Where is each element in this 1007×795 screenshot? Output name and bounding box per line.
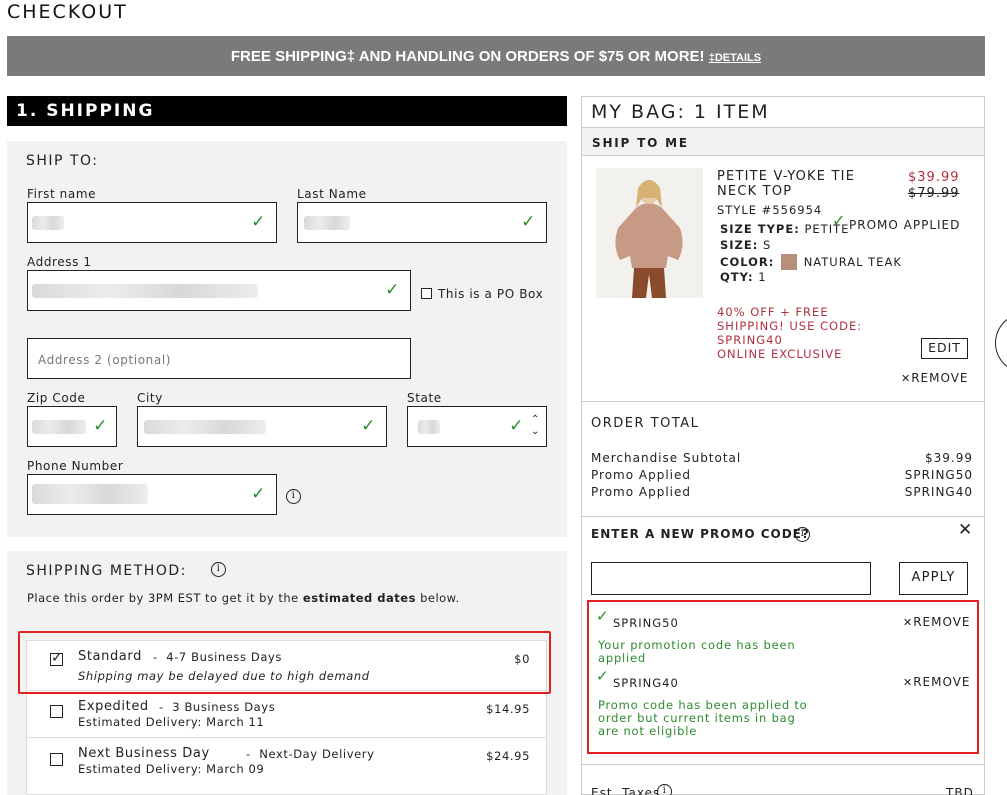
city-valid-icon: ✓ [361,416,376,436]
promo-applied-label: PROMO APPLIED [849,218,961,232]
first-name-valid-icon: ✓ [251,212,266,232]
page-title: CHECKOUT [7,1,128,23]
po-box-checkbox[interactable] [421,288,432,299]
expedited-detail: - 3 Business Days [159,700,276,714]
address2-field[interactable]: Address 2 (optional) [27,338,411,379]
product-style: STYLE #556954 [717,203,823,217]
phone-valid-icon: ✓ [251,484,266,504]
spring40-check-icon: ✓ [596,667,610,685]
expedited-name: Expedited [78,699,149,714]
order-total-title: ORDER TOTAL [591,416,700,431]
phone-label: Phone Number [27,459,124,473]
promo-code-title: ENTER A NEW PROMO CODE? [591,527,810,541]
order-total-row-promo1: Promo Applied SPRING50 [591,468,973,482]
color: COLOR: NATURAL TEAK [720,254,902,270]
promo-close-icon[interactable]: ✕ [958,520,973,540]
spring40-remove[interactable]: ✕REMOVE [903,675,971,689]
spring50-message: Your promotion code has been applied [598,638,796,665]
address1-valid-icon: ✓ [385,280,400,300]
taxes-info-icon[interactable]: i [657,784,672,795]
expedited-checkbox[interactable] [50,705,63,718]
address2-placeholder: Address 2 (optional) [38,353,172,367]
shipping-option-expedited[interactable]: Expedited - 3 Business Days Estimated De… [26,690,547,737]
expedited-price: $14.95 [486,702,530,716]
standard-highlight [18,631,551,694]
spring50-code: SPRING50 [613,616,679,630]
next-day-name: Next Business Day [78,746,210,761]
apply-button[interactable]: APPLY [899,562,968,595]
zip-valid-icon: ✓ [93,416,108,436]
first-name-label: First name [27,187,97,201]
address1-field[interactable]: ✓ [27,270,411,311]
first-name-field[interactable]: ✓ [27,202,277,243]
spring40-code: SPRING40 [613,676,679,690]
spring40-message: Promo code has been applied to order but… [598,698,808,738]
last-name-valid-icon: ✓ [521,212,536,232]
ship-to-title: SHIP TO: [26,153,99,169]
city-field[interactable]: ✓ [137,406,387,447]
close-icon: ✕ [903,676,914,689]
ship-to-me-label: SHIP TO ME [592,136,689,150]
po-box-label: This is a PO Box [438,287,544,301]
phone-info-icon[interactable]: i [286,489,301,504]
product-name[interactable]: PETITE V-YOKE TIE NECK TOP [717,169,855,199]
city-label: City [137,391,163,405]
item-promo-message: 40% OFF + FREE SHIPPING! USE CODE: SPRIN… [717,305,863,361]
promo-banner: FREE SHIPPING‡ AND HANDLING ON ORDERS OF… [7,36,985,76]
price-sale: $39.99 [908,170,960,185]
color-swatch [781,254,798,270]
next-day-checkbox[interactable] [50,753,63,766]
spring50-remove[interactable]: ✕REMOVE [903,615,971,629]
state-valid-icon: ✓ [509,416,524,436]
last-name-field[interactable]: ✓ [297,202,547,243]
banner-details-link[interactable]: ‡DETAILS [709,52,761,64]
next-day-est: Estimated Delivery: March 09 [78,762,265,776]
shipping-option-next-day[interactable]: Next Business Day - Next-Day Delivery Es… [26,737,547,787]
state-select[interactable]: ✓ ⌃ ⌄ [407,406,547,447]
last-name-label: Last Name [297,187,367,201]
zip-label: Zip Code [27,391,86,405]
est-taxes-label: Est. Taxes [591,786,661,795]
promo-code-input[interactable] [591,562,871,595]
bag-title: MY BAG: 1 ITEM [591,101,770,123]
size: SIZE: S [720,238,772,252]
shipping-method-note: Place this order by 3PM EST to get it by… [27,591,460,605]
shipping-method-info-icon[interactable]: i [211,562,226,577]
qty: QTY: 1 [720,270,767,284]
address1-label: Address 1 [27,255,92,269]
chevron-updown-icon: ⌃ ⌄ [531,414,540,437]
order-total-row-subtotal: Merchandise Subtotal $39.99 [591,451,973,465]
edit-button[interactable]: EDIT [921,338,968,359]
promo-applied-check-icon: ✓ [832,211,847,230]
size-type: SIZE TYPE: PETITE [720,222,850,236]
spring50-check-icon: ✓ [596,607,610,625]
close-icon: ✕ [901,372,912,385]
promo-info-icon[interactable]: i [795,527,810,542]
ship-to-me-bar: SHIP TO ME [582,127,984,156]
product-image[interactable] [596,168,703,298]
banner-text: FREE SHIPPING‡ AND HANDLING ON ORDERS OF… [230,48,705,65]
state-label: State [407,391,442,405]
order-total-row-promo2: Promo Applied SPRING40 [591,485,973,499]
shipping-method-title: SHIPPING METHOD: [26,563,187,579]
shipping-section-header: 1. SHIPPING [7,96,567,126]
phone-field[interactable]: ✓ [27,474,277,515]
price-original: $79.99 [908,186,960,201]
close-icon: ✕ [903,616,914,629]
zip-field[interactable]: ✓ [27,406,117,447]
expedited-est: Estimated Delivery: March 11 [78,715,265,729]
est-taxes-value: TBD [946,786,974,795]
shipping-header-text: 1. SHIPPING [16,101,155,121]
next-day-detail: - Next-Day Delivery [246,747,375,761]
next-day-price: $24.95 [486,749,530,763]
chat-widget-icon[interactable] [995,313,1007,373]
item-remove-link[interactable]: ✕REMOVE [901,371,969,385]
